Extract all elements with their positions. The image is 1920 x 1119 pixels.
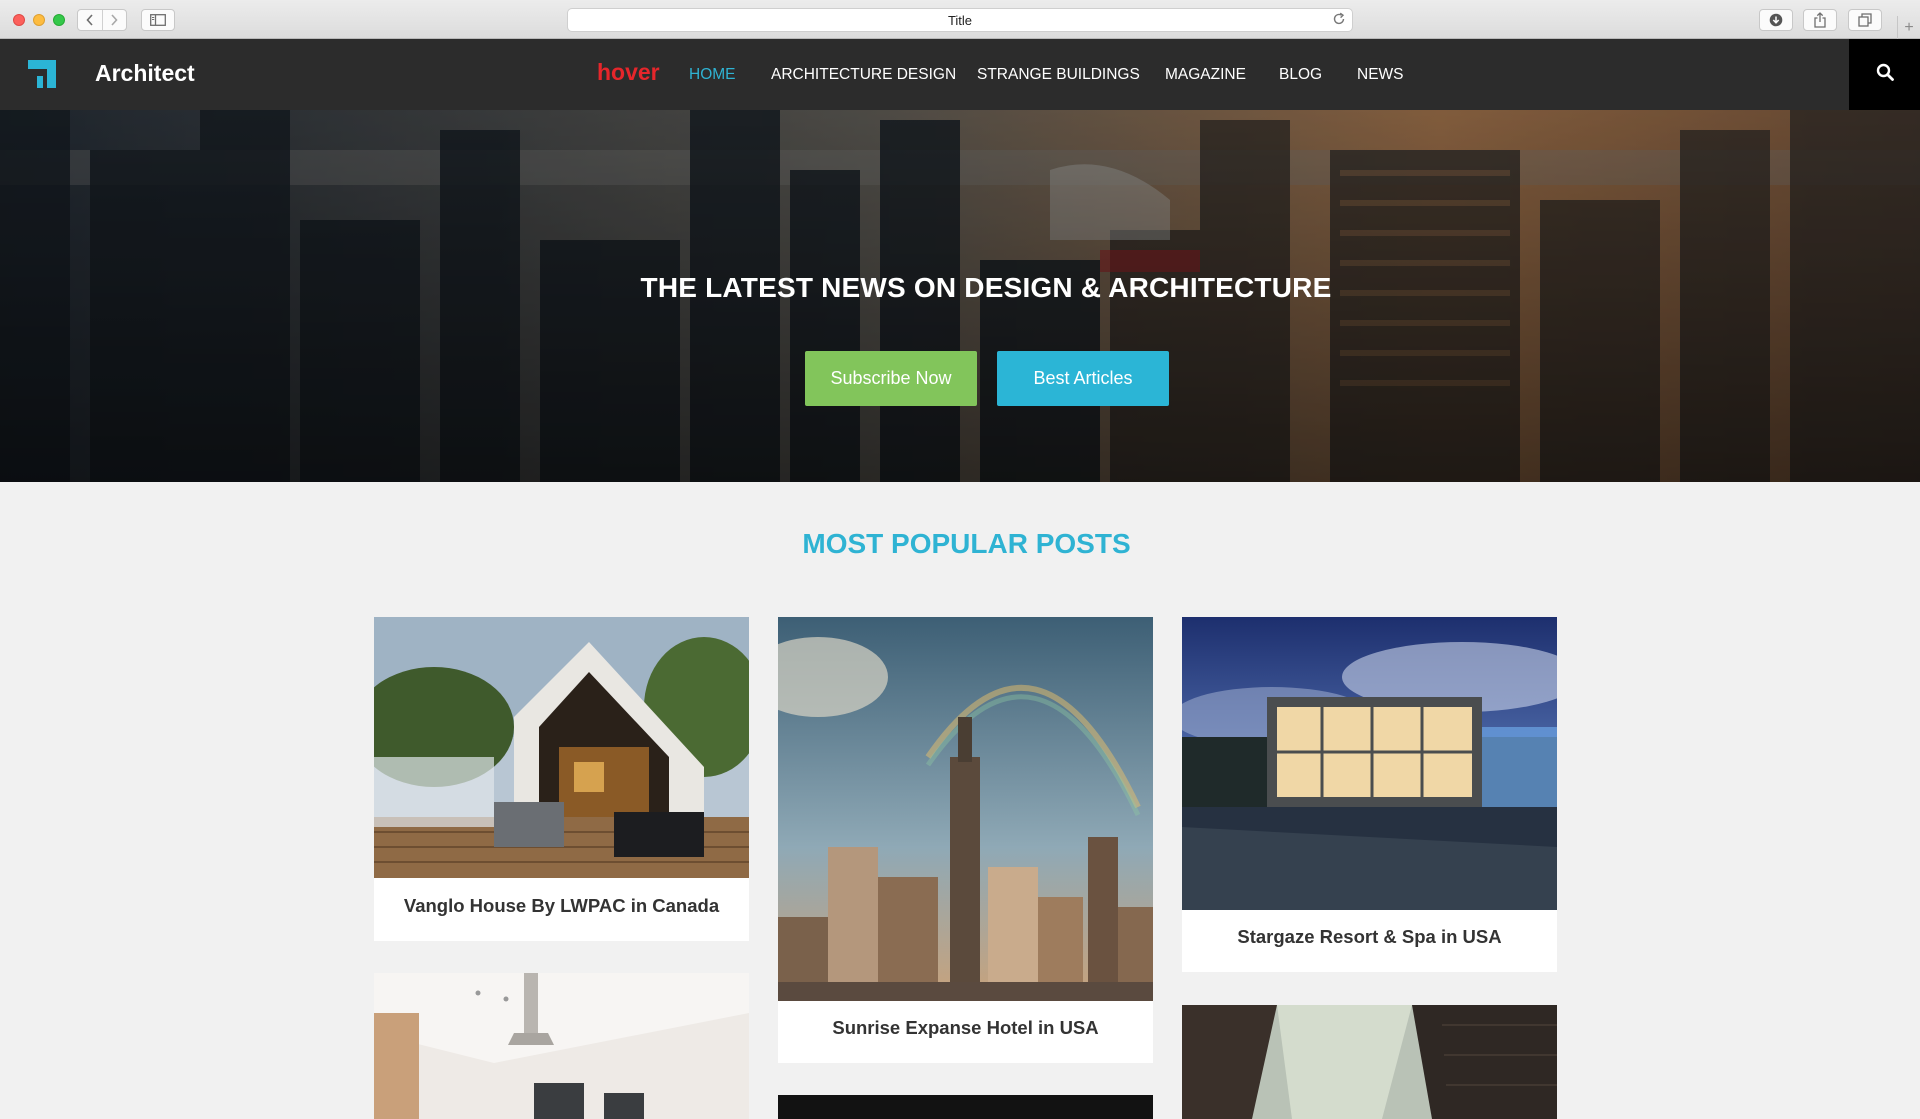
history-nav [77,9,127,31]
download-icon[interactable] [1759,9,1793,31]
nav-strange-buildings[interactable]: STRANGE BUILDINGS [977,66,1140,84]
reload-icon[interactable] [1332,12,1346,31]
post-card-kitchen-interior[interactable] [374,973,749,1119]
tabs-icon[interactable] [1848,9,1882,31]
zoom-window-button[interactable] [53,14,65,26]
site-header: Architect hover HOME ARCHITECTURE DESIGN… [0,39,1920,110]
search-icon [1876,63,1894,86]
post-title[interactable]: Vanglo House By LWPAC in Canada [374,895,749,917]
minimize-window-button[interactable] [33,14,45,26]
site-brand[interactable]: Architect [95,60,195,87]
hover-label: hover [597,59,660,85]
close-window-button[interactable] [13,14,25,26]
post-card-dark-building[interactable] [778,1095,1153,1119]
forward-icon[interactable] [101,10,126,30]
search-button[interactable] [1849,39,1920,110]
hero-title: THE LATEST NEWS ON DESIGN & ARCHITECTURE [640,272,1332,303]
post-card-alley-view[interactable] [1182,1005,1557,1119]
section-title: MOST POPULAR POSTS [802,528,1131,559]
nav-home[interactable]: HOME [689,66,736,84]
post-image-alley-view[interactable] [1182,1005,1557,1119]
back-icon[interactable] [78,10,102,30]
page-tab-title: Title [947,13,973,28]
post-image-dark-building[interactable] [778,1095,1153,1119]
best-articles-button[interactable]: Best Articles [997,351,1169,406]
post-card-sunrise-expanse[interactable]: Sunrise Expanse Hotel in USA [778,617,1153,1063]
plus-icon[interactable]: + [1897,16,1920,39]
post-image-sunrise-expanse[interactable] [778,617,1153,1001]
address-bar[interactable]: Title [567,8,1353,32]
post-image-stargaze-resort[interactable] [1182,617,1557,910]
subscribe-button[interactable]: Subscribe Now [805,351,977,406]
nav-news[interactable]: NEWS [1357,66,1404,84]
post-image-vanglo-house[interactable] [374,617,749,878]
post-image-kitchen-interior[interactable] [374,973,749,1119]
post-card-vanglo-house[interactable]: Vanglo House By LWPAC in Canada [374,617,749,941]
sidebar-icon[interactable] [141,9,175,31]
share-icon[interactable] [1803,9,1837,31]
post-title[interactable]: Sunrise Expanse Hotel in USA [778,1017,1153,1039]
nav-magazine[interactable]: MAGAZINE [1165,66,1246,84]
hero-banner: THE LATEST NEWS ON DESIGN & ARCHITECTURE… [0,110,1920,482]
nav-blog[interactable]: BLOG [1279,66,1322,84]
browser-toolbar: Title + [0,0,1920,39]
post-card-stargaze-resort[interactable]: Stargaze Resort & Spa in USA [1182,617,1557,972]
nav-architecture-design[interactable]: ARCHITECTURE DESIGN [771,66,956,84]
logo-icon[interactable] [28,60,56,93]
post-title[interactable]: Stargaze Resort & Spa in USA [1182,926,1557,948]
